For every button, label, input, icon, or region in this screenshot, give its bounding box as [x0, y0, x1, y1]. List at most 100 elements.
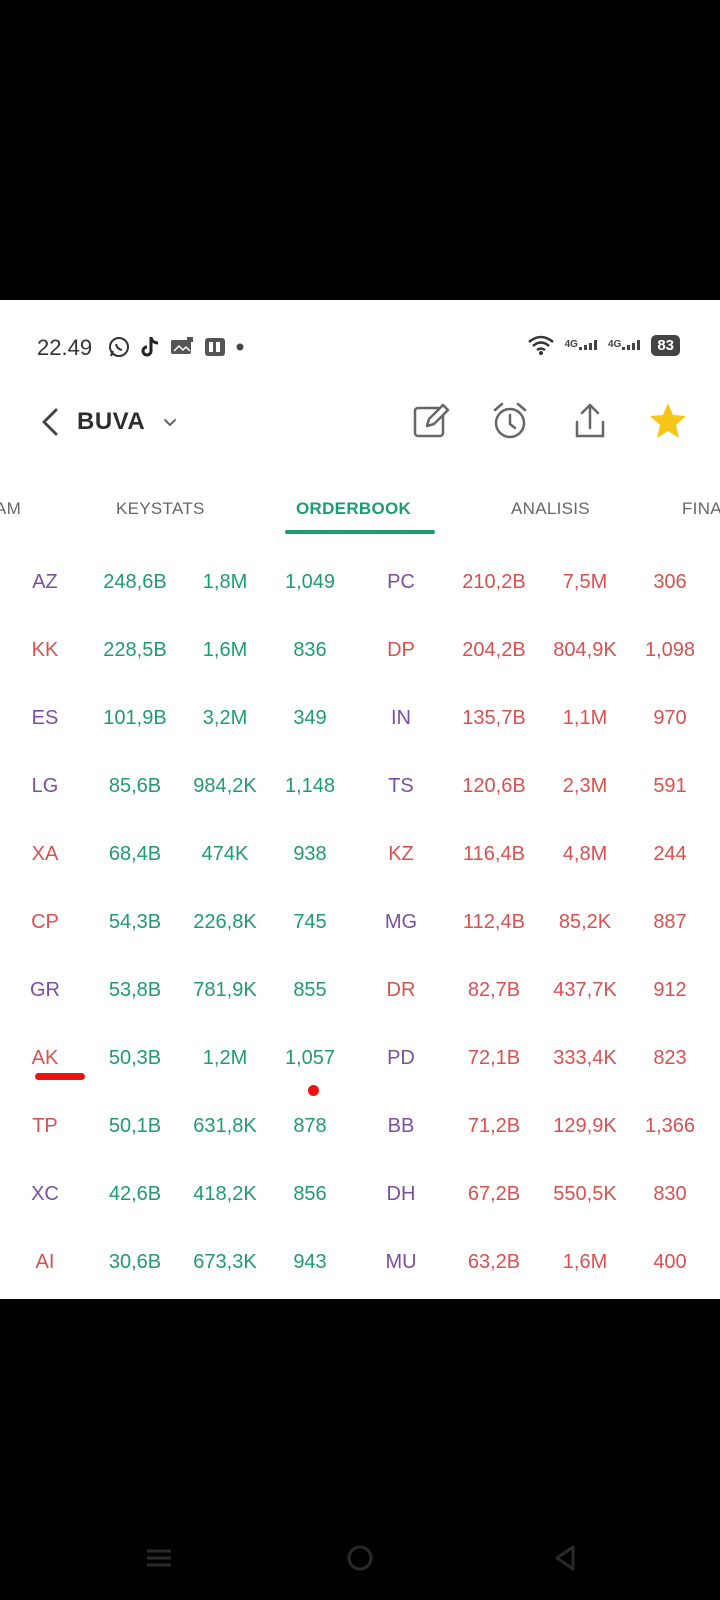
buy-value: 248,6B	[103, 571, 167, 593]
sell-broker-code[interactable]: PC	[366, 548, 436, 616]
sell-broker-code[interactable]: IN	[366, 684, 436, 752]
sell-value: 82,7B	[467, 979, 521, 1001]
sell-value: 120,6B	[462, 775, 526, 797]
tab-am[interactable]: AM	[0, 499, 21, 519]
sell-broker-code[interactable]: DH	[366, 1160, 436, 1228]
star-icon[interactable]	[648, 400, 688, 442]
buy-broker-code[interactable]: ES	[14, 684, 76, 752]
buy-avg-price: 349	[293, 707, 327, 729]
active-tab-indicator	[285, 530, 435, 534]
sell-broker-code[interactable]: DR	[366, 956, 436, 1024]
table-row: CP 54,3B 226,8K 745 MG 112,4B 85,2K 887	[0, 888, 720, 956]
buy-avg-price: 836	[293, 639, 327, 661]
buy-value: 53,8B	[108, 979, 162, 1001]
sell-broker-code[interactable]: PD	[366, 1024, 436, 1092]
buy-value: 68,4B	[108, 843, 162, 865]
buy-volume: 1,2M	[202, 1047, 248, 1069]
sell-avg-price: 823	[653, 1047, 687, 1069]
table-row: AK 50,3B 1,2M 1,057 PD 72,1B 333,4K 823	[0, 1024, 720, 1092]
sell-avg-price: 970	[653, 707, 687, 729]
sell-avg-price: 1,366	[644, 1115, 696, 1137]
sell-volume: 1,6M	[562, 1251, 608, 1273]
sell-broker-code[interactable]: DP	[366, 616, 436, 684]
sell-volume: 2,3M	[562, 775, 608, 797]
system-nav-bar	[0, 1530, 720, 1600]
buy-volume: 781,9K	[193, 979, 257, 1001]
sell-value: 72,1B	[467, 1047, 521, 1069]
tab-analisis[interactable]: ANALISIS	[511, 499, 590, 519]
buy-broker-code[interactable]: TP	[14, 1092, 76, 1160]
sell-broker-code[interactable]: MU	[366, 1228, 436, 1296]
menu-icon[interactable]	[139, 1538, 179, 1578]
ticker-title[interactable]: BUVA	[77, 408, 145, 436]
broker-summary-table: AZ 248,6B 1,8M 1,049 PC 210,2B 7,5M 306 KK 228,5B…	[0, 548, 720, 1296]
sell-value: 63,2B	[467, 1251, 521, 1273]
buy-avg-price: 856	[293, 1183, 327, 1205]
battery-icon: 83	[651, 334, 680, 356]
table-row: AZ 248,6B 1,8M 1,049 PC 210,2B 7,5M 306	[0, 548, 720, 616]
buy-volume: 1,6M	[202, 639, 248, 661]
buy-value: 54,3B	[108, 911, 162, 933]
buy-broker-code[interactable]: LG	[14, 752, 76, 820]
table-row: ES 101,9B 3,2M 349 IN 135,7B 1,1M 970	[0, 684, 720, 752]
sell-avg-price: 591	[653, 775, 687, 797]
sell-volume: 437,7K	[553, 979, 617, 1001]
buy-avg-price: 1,148	[284, 775, 336, 797]
buy-broker-code[interactable]: AK	[14, 1024, 76, 1092]
sell-value: 204,2B	[462, 639, 526, 661]
buy-avg-price: 1,049	[284, 571, 336, 593]
table-row: LG 85,6B 984,2K 1,148 TS 120,6B 2,3M 591	[0, 752, 720, 820]
buy-avg-price: 878	[293, 1115, 327, 1137]
buy-value: 101,9B	[103, 707, 167, 729]
edit-icon[interactable]	[411, 400, 451, 442]
buy-broker-code[interactable]: XA	[14, 820, 76, 888]
back-arrow-icon[interactable]	[36, 402, 66, 442]
alarm-icon[interactable]	[490, 400, 530, 442]
sell-broker-code[interactable]: KZ	[366, 820, 436, 888]
buy-broker-code[interactable]: CP	[14, 888, 76, 956]
notification-dot-icon	[235, 342, 245, 352]
buy-avg-price: 855	[293, 979, 327, 1001]
table-row: AI 30,6B 673,3K 943 MU 63,2B 1,6M 400	[0, 1228, 720, 1296]
buy-broker-code[interactable]: KK	[14, 616, 76, 684]
buy-broker-code[interactable]: GR	[14, 956, 76, 1024]
gallery-icon	[169, 336, 195, 358]
table-row: XA 68,4B 474K 938 KZ 116,4B 4,8M 244	[0, 820, 720, 888]
app-icon	[203, 336, 227, 358]
sell-broker-code[interactable]: BB	[366, 1092, 436, 1160]
back-icon[interactable]	[545, 1538, 585, 1578]
sell-value: 210,2B	[462, 571, 526, 593]
app-header: BUVA	[0, 390, 720, 460]
buy-value: 85,6B	[108, 775, 162, 797]
sell-broker-code[interactable]: MG	[366, 888, 436, 956]
sell-avg-price: 306	[653, 571, 687, 593]
sell-volume: 1,1M	[562, 707, 608, 729]
app-screen: 22.49 4G 4G 83 BUVA AM KEYSTATS ORDERBOO…	[0, 300, 720, 1299]
sell-value: 71,2B	[467, 1115, 521, 1137]
sell-volume: 804,9K	[553, 639, 617, 661]
chevron-down-icon[interactable]	[162, 412, 178, 432]
sell-volume: 4,8M	[562, 843, 608, 865]
buy-volume: 474K	[201, 843, 249, 865]
tab-orderbook[interactable]: ORDERBOOK	[296, 499, 411, 519]
buy-value: 42,6B	[108, 1183, 162, 1205]
signal-icon-1: 4G	[565, 340, 598, 350]
home-icon[interactable]	[340, 1538, 380, 1578]
buy-volume: 673,3K	[193, 1251, 257, 1273]
sell-broker-code[interactable]: TS	[366, 752, 436, 820]
sell-value: 135,7B	[462, 707, 526, 729]
buy-volume: 1,8M	[202, 571, 248, 593]
table-row: XC 42,6B 418,2K 856 DH 67,2B 550,5K 830	[0, 1160, 720, 1228]
buy-broker-code[interactable]: AZ	[14, 548, 76, 616]
buy-volume: 226,8K	[193, 911, 257, 933]
buy-avg-price: 938	[293, 843, 327, 865]
tab-fina[interactable]: FINA	[682, 499, 720, 519]
tab-bar: AM KEYSTATS ORDERBOOK ANALISIS FINA	[0, 485, 720, 545]
buy-broker-code[interactable]: AI	[14, 1228, 76, 1296]
tab-keystats[interactable]: KEYSTATS	[116, 499, 205, 519]
buy-value: 228,5B	[103, 639, 167, 661]
share-icon[interactable]	[570, 400, 610, 442]
buy-broker-code[interactable]: XC	[14, 1160, 76, 1228]
table-row: TP 50,1B 631,8K 878 BB 71,2B 129,9K 1,366	[0, 1092, 720, 1160]
buy-volume: 631,8K	[193, 1115, 257, 1137]
